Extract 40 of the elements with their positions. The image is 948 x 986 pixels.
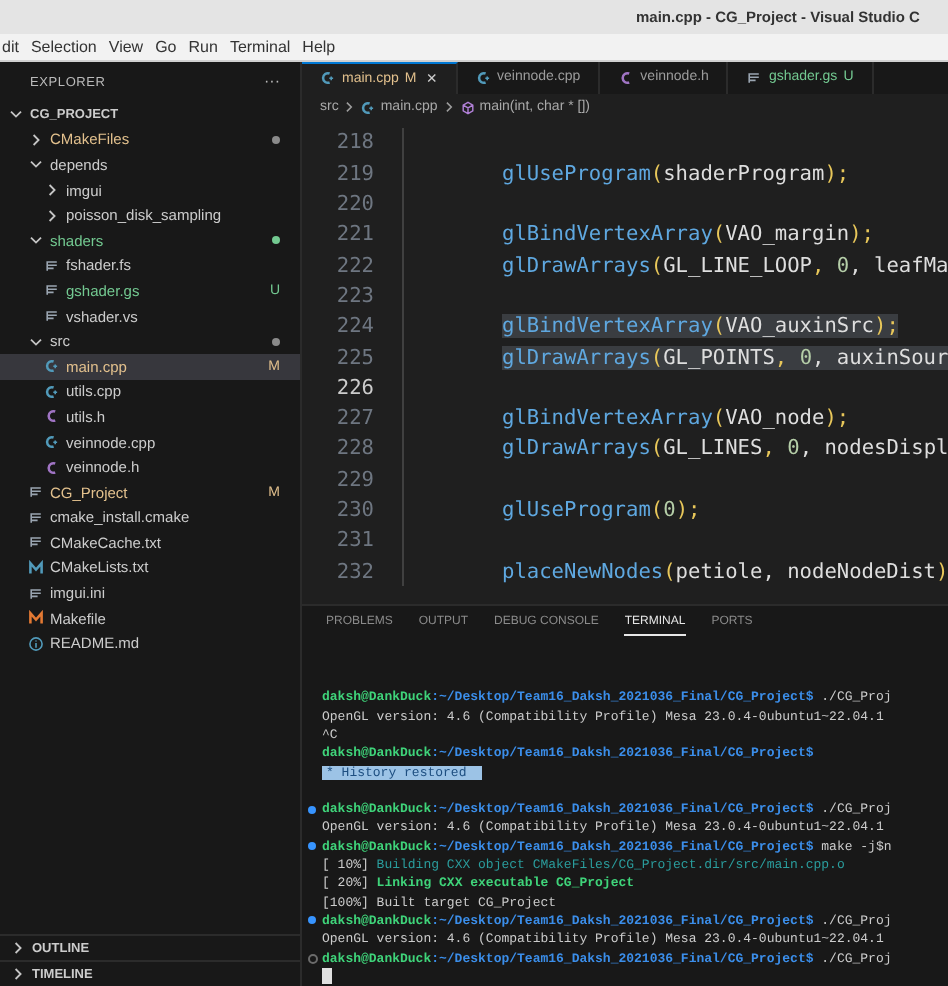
terminal-cursor (322, 968, 332, 985)
command-success-dot[interactable] (308, 916, 316, 925)
command-success-dot[interactable] (308, 805, 316, 814)
line-number: 225 (334, 345, 374, 370)
chevron-right-icon (342, 100, 357, 115)
line-number: 231 (334, 528, 374, 553)
more-actions-button[interactable]: ··· (260, 74, 284, 90)
code-line: glDrawArrays(GL_LINE_LOOP, 0, leafMa (502, 253, 948, 278)
menu-item[interactable]: Go (155, 38, 177, 56)
close-tab-button[interactable]: × (426, 68, 438, 89)
chevron-right-icon (441, 100, 456, 115)
line-number: 220 (334, 192, 374, 217)
menu-item[interactable]: dit (2, 38, 19, 56)
line-number: 227 (334, 406, 374, 431)
code-line: placeNewNodes(petiole, nodeNodeDist) (502, 559, 948, 584)
code-line: glDrawArrays(GL_LINES, 0, nodesDispl (502, 436, 948, 461)
code-line: glUseProgram(shaderProgram); (502, 161, 850, 186)
menu-item[interactable]: Run (188, 38, 218, 56)
line-number: 224 (334, 314, 374, 339)
line-number: 229 (334, 467, 374, 492)
menu-item[interactable]: Selection (30, 38, 97, 56)
command-pending-circle[interactable] (307, 953, 317, 964)
c-plus-icon (360, 99, 377, 116)
line-number: 219 (334, 161, 374, 186)
menu-item[interactable]: Help (302, 38, 336, 56)
line-number: 232 (334, 559, 374, 584)
line-number: 226 (334, 375, 374, 400)
line-number: 218 (334, 130, 374, 155)
command-success-dot[interactable] (308, 842, 316, 851)
code-line: glBindVertexArray(VAO_node); (502, 406, 850, 431)
code-line: glBindVertexArray(VAO_margin); (502, 222, 874, 247)
line-number: 228 (334, 436, 374, 461)
menu-item[interactable]: View (108, 38, 144, 56)
cube-icon (459, 99, 476, 116)
line-number: 222 (334, 253, 374, 278)
line-number: 230 (334, 498, 374, 522)
menu-item[interactable]: Terminal (229, 38, 291, 56)
line-number: 221 (334, 222, 374, 247)
code-line: glUseProgram(0); (502, 498, 701, 522)
line-number: 223 (334, 283, 374, 308)
